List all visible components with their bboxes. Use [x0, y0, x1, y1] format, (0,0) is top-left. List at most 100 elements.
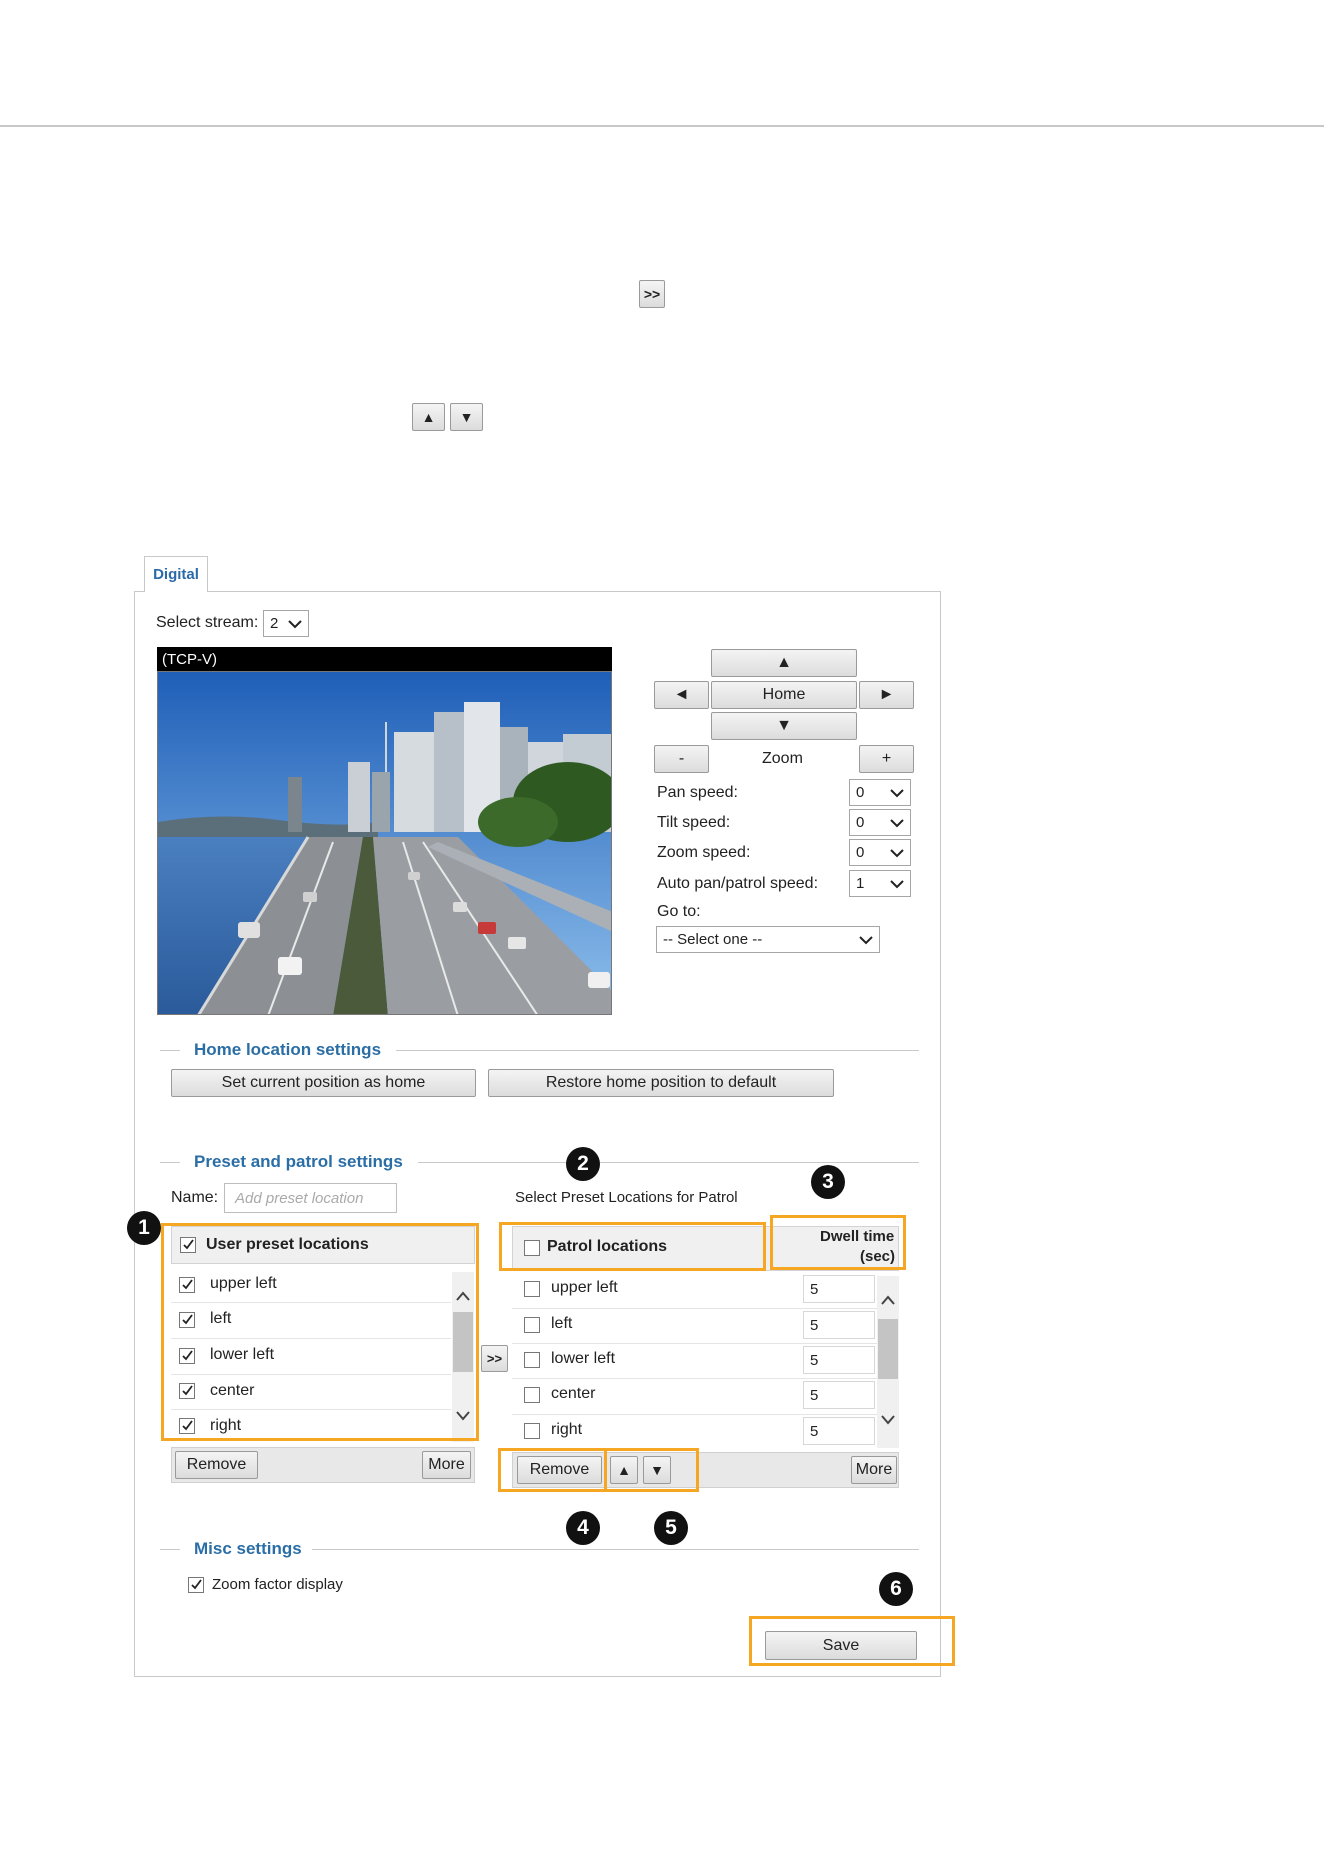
preset-patrol-title: Preset and patrol settings: [194, 1152, 403, 1171]
section-rule: [160, 1050, 180, 1051]
tilt-speed-value: 0: [856, 814, 865, 831]
row-divider: [512, 1343, 877, 1344]
chevron-down-icon: [288, 620, 302, 629]
chevron-down-icon: [890, 819, 904, 828]
set-current-home-button[interactable]: Set current position as home: [171, 1069, 476, 1097]
tab-digital[interactable]: Digital: [144, 556, 208, 592]
home-button[interactable]: Home: [711, 681, 857, 709]
zoom-label: Zoom: [762, 750, 803, 767]
restore-home-default-button[interactable]: Restore home position to default: [488, 1069, 834, 1097]
patrol-checkbox[interactable]: [524, 1317, 540, 1333]
patrol-caption: Select Preset Locations for Patrol: [515, 1189, 738, 1206]
move-down-button[interactable]: ▼: [643, 1456, 671, 1484]
section-rule: [396, 1050, 919, 1051]
dwell-time-input[interactable]: 5: [803, 1417, 875, 1445]
live-video-view: [157, 671, 612, 1015]
check-icon: [182, 1385, 193, 1396]
zoom-speed-label: Zoom speed:: [657, 844, 751, 861]
tilt-down-button[interactable]: ▼: [711, 712, 857, 740]
patrol-checkbox[interactable]: [524, 1423, 540, 1439]
chevron-down-icon: [890, 849, 904, 858]
callout-badge-1: 1: [127, 1211, 161, 1245]
preset-checkbox[interactable]: [179, 1418, 195, 1434]
row-divider: [512, 1308, 877, 1309]
pan-speed-select[interactable]: 0: [849, 779, 911, 806]
check-icon: [182, 1279, 193, 1290]
section-rule: [418, 1162, 919, 1163]
dwell-time-input[interactable]: 5: [803, 1381, 875, 1409]
preset-checkbox[interactable]: [179, 1277, 195, 1293]
patrol-checkbox[interactable]: [524, 1281, 540, 1297]
more-patrol-button[interactable]: More: [851, 1456, 897, 1484]
patrol-header-label: Patrol locations: [547, 1238, 668, 1255]
row-divider: [512, 1414, 877, 1415]
dwell-time-input[interactable]: 5: [803, 1311, 875, 1339]
patrol-label: center: [551, 1385, 596, 1402]
patrol-label: right: [551, 1421, 583, 1438]
city-highway-image: [158, 672, 611, 1014]
patrol-scrollbar-thumb[interactable]: [878, 1319, 898, 1379]
select-stream-label: Select stream:: [156, 614, 259, 631]
select-all-presets-checkbox[interactable]: [180, 1237, 196, 1253]
add-to-patrol-button[interactable]: >>: [481, 1345, 508, 1372]
callout-badge-3: 3: [811, 1165, 845, 1199]
patrol-label: upper left: [551, 1279, 618, 1296]
auto-pan-speed-select[interactable]: 1: [849, 870, 911, 897]
section-rule: [312, 1549, 919, 1550]
select-all-patrol-checkbox[interactable]: [524, 1240, 540, 1256]
user-preset-header-label: User preset locations: [206, 1236, 369, 1253]
video-stream-label: (TCP-V): [157, 647, 612, 671]
home-location-title: Home location settings: [194, 1040, 382, 1059]
chevron-up-icon[interactable]: [455, 1290, 471, 1302]
more-presets-button[interactable]: More: [422, 1451, 471, 1479]
patrol-checkbox[interactable]: [524, 1352, 540, 1368]
preset-label: lower left: [210, 1346, 275, 1363]
tilt-speed-select[interactable]: 0: [849, 809, 911, 836]
preset-checkbox[interactable]: [179, 1312, 195, 1328]
dwell-header-line1: Dwell time: [820, 1228, 895, 1245]
goto-select[interactable]: -- Select one --: [656, 926, 880, 953]
goto-label: Go to:: [657, 903, 701, 920]
patrol-label: lower left: [551, 1350, 616, 1367]
patrol-checkbox[interactable]: [524, 1387, 540, 1403]
preset-checkbox[interactable]: [179, 1383, 195, 1399]
row-divider: [171, 1302, 451, 1303]
auto-pan-speed-value: 1: [856, 875, 865, 892]
dwell-time-input[interactable]: 5: [803, 1346, 875, 1374]
zoom-factor-checkbox[interactable]: [188, 1577, 204, 1593]
zoom-out-button[interactable]: -: [654, 745, 709, 773]
section-rule: [160, 1549, 180, 1550]
zoom-speed-select[interactable]: 0: [849, 839, 911, 866]
zoom-in-button[interactable]: +: [859, 745, 914, 773]
row-divider: [512, 1378, 877, 1379]
save-button[interactable]: Save: [765, 1631, 917, 1660]
remove-preset-button[interactable]: Remove: [175, 1451, 258, 1479]
pan-speed-value: 0: [856, 784, 865, 801]
misc-settings-title: Misc settings: [194, 1539, 302, 1558]
chevron-down-icon: [890, 789, 904, 798]
chevron-down-icon[interactable]: [455, 1410, 471, 1422]
check-icon: [191, 1579, 202, 1590]
preset-checkbox[interactable]: [179, 1348, 195, 1364]
chevron-down-icon[interactable]: [880, 1414, 896, 1426]
patrol-label: left: [551, 1315, 573, 1332]
callout-badge-5: 5: [654, 1511, 688, 1545]
chevron-up-icon[interactable]: [880, 1294, 896, 1306]
remove-patrol-button[interactable]: Remove: [517, 1456, 602, 1484]
row-divider: [171, 1374, 451, 1375]
stream-select[interactable]: 2: [263, 610, 309, 637]
preset-scrollbar-thumb[interactable]: [453, 1312, 473, 1372]
preset-name-input[interactable]: Add preset location: [224, 1183, 397, 1213]
chevron-down-icon: [859, 936, 873, 945]
check-icon: [183, 1239, 194, 1250]
pan-left-button[interactable]: ◄: [654, 681, 709, 709]
preset-label: left: [210, 1310, 232, 1327]
tilt-up-button[interactable]: ▲: [711, 649, 857, 677]
callout-badge-2: 2: [566, 1147, 600, 1181]
pan-right-button[interactable]: ►: [859, 681, 914, 709]
callout-badge-4: 4: [566, 1511, 600, 1545]
move-up-button[interactable]: ▲: [610, 1456, 638, 1484]
preset-label: right: [210, 1417, 242, 1434]
zoom-factor-label: Zoom factor display: [212, 1576, 343, 1593]
dwell-time-input[interactable]: 5: [803, 1275, 875, 1303]
